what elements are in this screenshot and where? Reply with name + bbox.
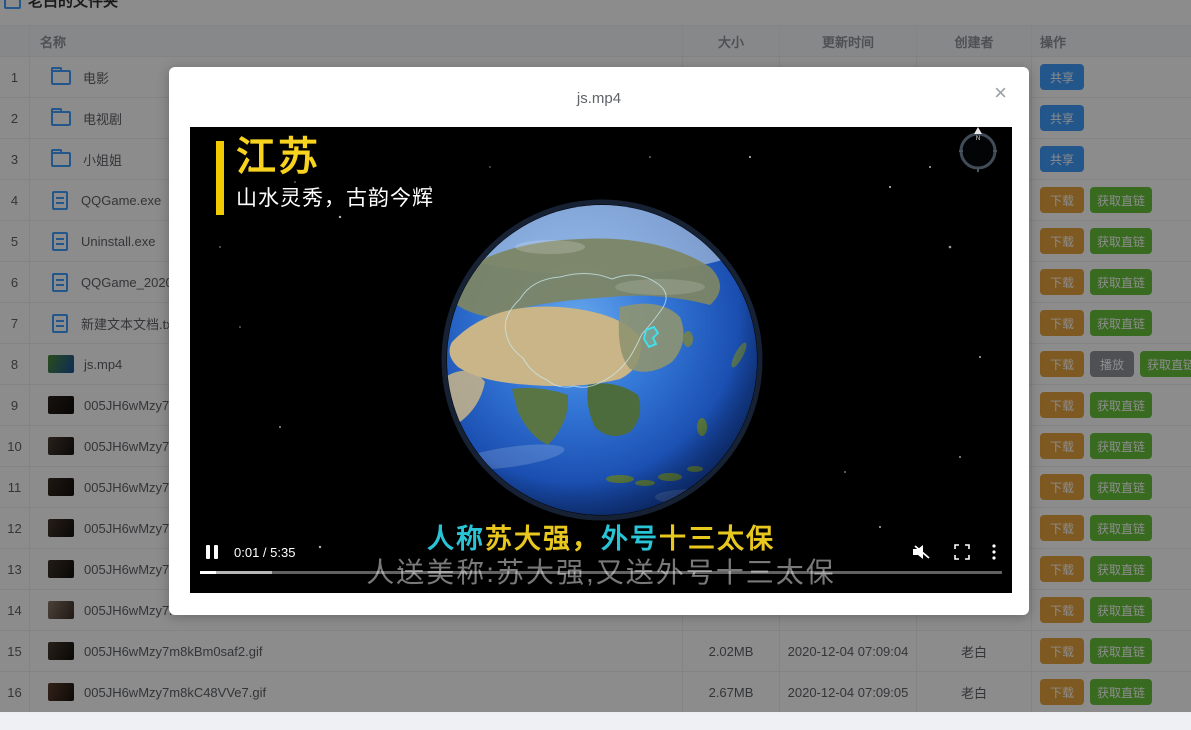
title-accent-bar — [216, 141, 224, 215]
mute-button[interactable] — [911, 543, 932, 561]
video-controls: 0:01 / 5:35 — [190, 539, 1012, 565]
pause-button[interactable] — [206, 545, 218, 559]
table-footer-strip — [0, 713, 1191, 730]
close-button[interactable]: × — [988, 81, 1013, 105]
muted-speaker-icon — [911, 543, 932, 561]
compass-north-label: N — [976, 136, 980, 142]
video-overlay-title-block: 江苏 山水灵秀，古韵今辉 — [216, 135, 434, 215]
video-player[interactable]: 江苏 山水灵秀，古韵今辉 N 人称苏大强，外号十三太保 人送美称:苏大强,又送外… — [190, 127, 1012, 593]
close-icon: × — [994, 80, 1007, 105]
video-overlay-subtitle: 山水灵秀，古韵今辉 — [236, 182, 434, 212]
more-options-button[interactable] — [992, 544, 996, 560]
fullscreen-icon — [954, 544, 970, 560]
video-progress-bar[interactable] — [200, 571, 1002, 574]
dialog-title: js.mp4 — [169, 67, 1029, 107]
compass-icon: N — [954, 127, 1002, 173]
kebab-menu-icon — [992, 544, 996, 560]
video-overlay-title: 江苏 — [236, 135, 434, 179]
video-time: 0:01 / 5:35 — [234, 545, 295, 560]
video-dialog: js.mp4 × — [169, 67, 1029, 615]
fullscreen-button[interactable] — [954, 544, 970, 560]
progress-played — [200, 571, 216, 574]
